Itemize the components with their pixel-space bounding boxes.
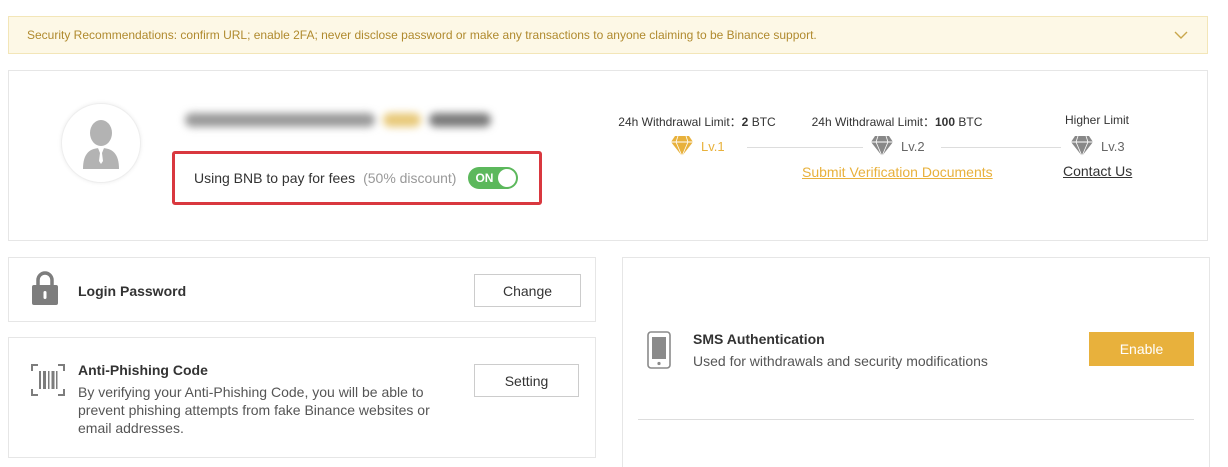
anti-phishing-desc-line: email addresses.	[78, 420, 184, 436]
enable-sms-button[interactable]: Enable	[1089, 332, 1194, 366]
anti-phishing-card: Anti-Phishing Code By verifying your Ant…	[8, 337, 596, 458]
level1-limit-label: 24h Withdrawal Limit：	[618, 115, 742, 129]
login-password-title: Login Password	[78, 283, 187, 299]
level2-label: Lv.2	[901, 139, 925, 154]
toggle-state-label: ON	[475, 171, 494, 185]
security-banner[interactable]: Security Recommendations: confirm URL; e…	[8, 16, 1208, 54]
diamond-icon	[671, 135, 693, 157]
level1-limit-unit: BTC	[748, 115, 776, 129]
login-password-card: Login Password Change	[8, 257, 596, 322]
profile-card: Using BNB to pay for fees (50% discount)…	[8, 70, 1208, 241]
bnb-fee-setting: Using BNB to pay for fees (50% discount)…	[172, 151, 542, 205]
level2-limit-unit: BTC	[955, 115, 983, 129]
bnb-discount-label: (50% discount)	[363, 170, 457, 186]
sms-auth-title: SMS Authentication	[693, 331, 825, 347]
level-connector	[941, 147, 1061, 148]
diamond-icon	[1071, 135, 1093, 157]
sms-auth-card: SMS Authentication Used for withdrawals …	[622, 257, 1210, 467]
change-password-button[interactable]: Change	[474, 274, 581, 307]
submit-verification-link[interactable]: Submit Verification Documents	[802, 164, 993, 180]
avatar	[61, 103, 141, 183]
sms-auth-description: Used for withdrawals and security modifi…	[693, 353, 988, 369]
level3-limit: Higher Limit	[1057, 113, 1137, 127]
level2-limit-label: 24h Withdrawal Limit：	[811, 115, 935, 129]
anti-phishing-description: By verifying your Anti-Phishing Code, yo…	[78, 383, 448, 437]
anti-phishing-desc-line: By verifying your Anti-Phishing Code, yo…	[78, 384, 424, 400]
anti-phishing-setting-button[interactable]: Setting	[474, 364, 579, 397]
level3-label: Lv.3	[1101, 139, 1125, 154]
diamond-icon	[871, 135, 893, 157]
level3-limit-label: Higher Limit	[1064, 113, 1130, 127]
bnb-fee-toggle[interactable]: ON	[468, 167, 519, 189]
user-avatar-icon	[83, 120, 119, 169]
security-banner-text: Security Recommendations: confirm URL; e…	[27, 28, 817, 42]
level2-limit: 24h Withdrawal Limit：100 BTC	[807, 113, 987, 130]
anti-phishing-title: Anti-Phishing Code	[78, 362, 208, 378]
level1-label: Lv.1	[701, 139, 725, 154]
divider	[638, 419, 1194, 420]
lock-icon	[32, 271, 58, 305]
barcode-icon	[31, 364, 65, 396]
level-connector	[747, 147, 863, 148]
anti-phishing-desc-line: prevent phishing attempts from fake Bina…	[78, 402, 430, 418]
blurred-email	[185, 103, 517, 137]
toggle-knob	[498, 169, 517, 187]
bnb-fee-label: Using BNB to pay for fees	[194, 170, 356, 186]
phone-icon	[647, 331, 671, 369]
contact-us-link[interactable]: Contact Us	[1063, 163, 1132, 179]
chevron-down-icon[interactable]	[1173, 27, 1189, 43]
level1-limit: 24h Withdrawal Limit：2 BTC	[615, 113, 779, 130]
level2-limit-value: 100	[935, 115, 956, 129]
